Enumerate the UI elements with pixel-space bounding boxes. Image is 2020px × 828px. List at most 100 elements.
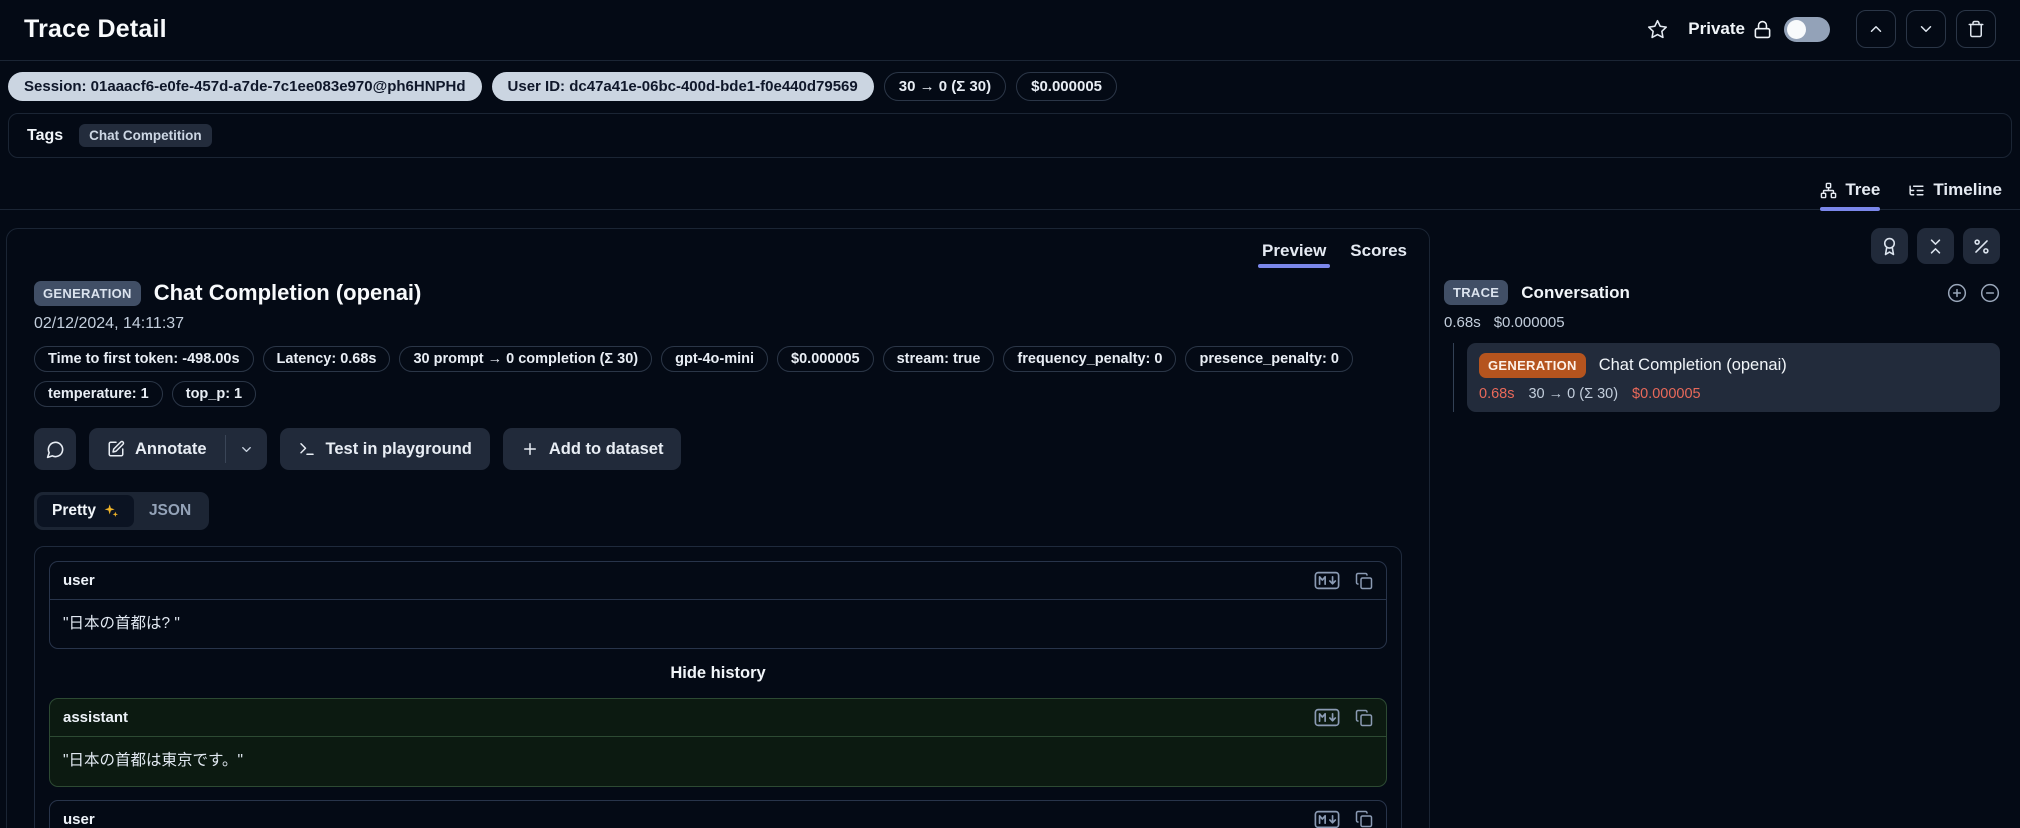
copy-button[interactable]	[1355, 709, 1373, 727]
tag-chat-competition[interactable]: Chat Competition	[79, 124, 212, 147]
token-usage-badge: 30 → 0 (Σ 30)	[883, 72, 1007, 101]
annotate-label: Annotate	[135, 439, 207, 458]
message-role: user	[63, 572, 95, 589]
trace-title[interactable]: Conversation	[1521, 283, 1630, 303]
markdown-icon	[1314, 571, 1340, 590]
tree-toolbar	[1444, 228, 2000, 264]
page-title: Trace Detail	[24, 14, 167, 43]
chevron-down-icon	[1920, 26, 1932, 32]
tab-scores[interactable]: Scores	[1350, 241, 1407, 268]
timeline-icon	[1909, 185, 1924, 195]
trace-tree-sidebar: TRACE Conversation 0.68s $0.000005 GENER…	[1444, 228, 2010, 412]
tab-timeline[interactable]: Timeline	[1908, 180, 2002, 209]
hide-history-button[interactable]: Hide history	[49, 664, 1387, 683]
user-id-badge[interactable]: User ID: dc47a41e-06bc-400d-bde1-f0e440d…	[491, 72, 874, 101]
bookmark-star-button[interactable]	[1647, 19, 1668, 40]
metric-latency: Latency: 0.68s	[262, 346, 391, 372]
observation-header: GENERATION Chat Completion (openai) 02/1…	[7, 268, 1429, 470]
terminal-icon	[299, 443, 314, 455]
collapse-node-button[interactable]	[1980, 283, 2000, 303]
expand-all-button[interactable]	[1947, 283, 1967, 303]
metric-model: gpt-4o-mini	[661, 346, 769, 372]
metrics-toggle-button[interactable]	[1963, 228, 2000, 264]
markdown-toggle-button[interactable]	[1314, 810, 1340, 828]
star-icon	[1648, 19, 1668, 38]
prev-trace-button[interactable]	[1856, 10, 1896, 48]
lock-icon	[1753, 20, 1772, 39]
markdown-toggle-button[interactable]	[1314, 571, 1340, 590]
tab-preview[interactable]: Preview	[1258, 241, 1331, 268]
metric-token-breakdown: 30 prompt → 0 completion (Σ 30)	[399, 346, 653, 372]
node-cost: $0.000005	[1632, 386, 1701, 402]
playground-label: Test in playground	[325, 439, 472, 458]
generation-type-badge: GENERATION	[1479, 353, 1586, 378]
observation-timestamp: 02/12/2024, 14:11:37	[34, 315, 185, 332]
total-cost-badge: $0.000005	[1016, 72, 1118, 101]
delete-trace-button[interactable]	[1956, 10, 1996, 48]
trash-icon	[1968, 20, 1984, 38]
observation-metrics: Time to first token: -498.00s Latency: 0…	[34, 346, 1379, 407]
playground-button[interactable]: Test in playground	[279, 428, 490, 470]
markdown-icon	[1314, 709, 1340, 727]
format-json-tab[interactable]: JSON	[134, 495, 206, 527]
fold-vertical-icon	[1930, 238, 1941, 254]
observation-type-badge: GENERATION	[34, 280, 141, 306]
trace-type-badge: TRACE	[1444, 280, 1509, 305]
format-pretty-label: Pretty	[52, 502, 96, 519]
trace-metrics: 0.68s $0.000005	[1444, 314, 2000, 331]
node-latency: 0.68s	[1479, 386, 1515, 402]
trace-node[interactable]: TRACE Conversation	[1444, 280, 2000, 305]
add-to-dataset-label: Add to dataset	[548, 439, 664, 458]
percent-icon	[1974, 238, 1989, 254]
square-pen-icon	[108, 440, 125, 457]
observation-panel: Preview Scores GENERATION Chat Completio…	[6, 228, 1430, 828]
copy-button[interactable]	[1355, 810, 1373, 828]
collapse-all-button[interactable]	[1917, 228, 1954, 264]
scores-toggle-button[interactable]	[1871, 228, 1908, 264]
view-tabs: Tree Timeline	[0, 166, 2020, 211]
plus-icon	[523, 443, 536, 455]
metric-cost: $0.000005	[777, 346, 874, 372]
circle-minus-icon	[1980, 283, 2000, 302]
copy-icon	[1355, 811, 1373, 828]
observation-actions: Annotate Test in playground Add to datas…	[34, 428, 1402, 470]
message-role: assistant	[63, 709, 129, 727]
message-card-user-2: user "ありがとう"	[49, 799, 1387, 828]
message-role: user	[63, 810, 95, 828]
tab-tree[interactable]: Tree	[1820, 180, 1881, 211]
message-content: "日本の首都は? "	[63, 615, 180, 632]
metric-top-p: top_p: 1	[171, 381, 257, 407]
tab-tree-label: Tree	[1845, 180, 1881, 199]
tags-section: Tags Chat Competition	[8, 113, 2012, 158]
metric-stream: stream: true	[882, 346, 995, 372]
add-to-dataset-button[interactable]: Add to dataset	[502, 428, 682, 470]
copy-button[interactable]	[1355, 572, 1373, 590]
annotate-dropdown-button[interactable]	[226, 428, 267, 470]
tab-timeline-label: Timeline	[1933, 180, 2002, 199]
generation-node[interactable]: GENERATION Chat Completion (openai) 0.68…	[1467, 343, 2000, 412]
markdown-icon	[1314, 810, 1340, 828]
award-icon	[1883, 237, 1896, 255]
generation-node-title: Chat Completion (openai)	[1598, 356, 1787, 374]
tree-children: GENERATION Chat Completion (openai) 0.68…	[1453, 343, 2000, 412]
content-area: Preview Scores GENERATION Chat Completio…	[0, 210, 2020, 828]
metric-presence-penalty: presence_penalty: 0	[1185, 346, 1353, 372]
io-preview: user "日本の首都は? " Hide history assistant "…	[34, 546, 1402, 828]
message-content: "日本の首都は東京です。"	[63, 752, 243, 770]
panel-tabs: Preview Scores	[7, 229, 1429, 268]
comment-icon	[46, 441, 63, 458]
session-badge[interactable]: Session: 01aaacf6-e0fe-457d-a7de-7c1ee08…	[8, 72, 482, 101]
message-card-assistant: assistant "日本の首都は東京です。"	[49, 698, 1387, 787]
node-token-usage: 30 → 0 (Σ 30)	[1528, 386, 1619, 402]
copy-icon	[1355, 709, 1373, 727]
comment-button[interactable]	[34, 428, 76, 470]
annotate-button[interactable]: Annotate	[89, 428, 225, 470]
markdown-toggle-button[interactable]	[1314, 708, 1340, 727]
format-pretty-tab[interactable]: Pretty	[37, 495, 134, 527]
toggle-knob	[1787, 19, 1806, 39]
message-card-user-1: user "日本の首都は? "	[49, 561, 1387, 650]
next-trace-button[interactable]	[1906, 10, 1946, 48]
privacy-toggle[interactable]	[1784, 16, 1830, 42]
format-toggle: Pretty JSON	[34, 492, 210, 530]
tags-label: Tags	[27, 126, 64, 144]
